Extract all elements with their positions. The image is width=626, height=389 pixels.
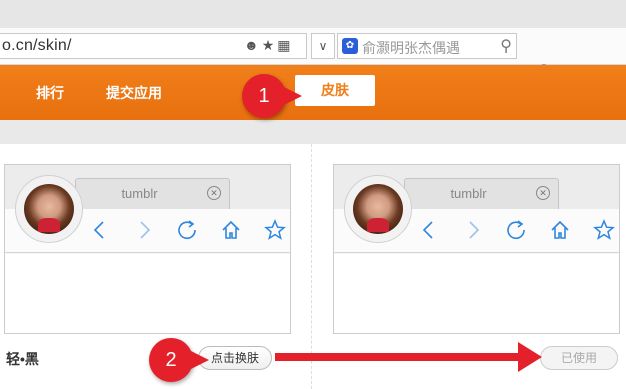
search-placeholder: 俞灏明张杰偶遇 xyxy=(362,40,460,56)
apply-skin-button[interactable]: 点击换肤 xyxy=(198,346,272,370)
preview-tab: tumblr ✕ xyxy=(404,178,559,210)
nav-item-ranking[interactable]: 排行 xyxy=(36,83,64,103)
skin-preview-card[interactable]: tumblr ✕ xyxy=(333,164,620,334)
skin-name: 轻•黑 xyxy=(6,351,39,367)
url-icons: ☻ ★ ▦ xyxy=(244,37,291,54)
baidu-paw-icon[interactable]: ✿ xyxy=(342,38,358,54)
close-icon: ✕ xyxy=(536,186,550,200)
address-bar: o.cn/skin/ ☻ ★ ▦ ∨ ✿ 俞灏明张杰偶遇 ⚲ K xyxy=(0,28,626,88)
star-icon xyxy=(264,219,286,240)
avatar-ring xyxy=(344,175,412,243)
forward-icon xyxy=(140,221,151,239)
step-marker-2: 2 xyxy=(149,338,209,382)
preview-tab: tumblr ✕ xyxy=(75,178,230,210)
close-icon: ✕ xyxy=(207,186,221,200)
avatar xyxy=(24,184,74,234)
nav-item-submit-app[interactable]: 提交应用 xyxy=(106,83,162,103)
search-field[interactable]: ✿ 俞灏明张杰偶遇 ⚲ xyxy=(337,33,517,59)
preview-body xyxy=(5,254,290,333)
chevron-down-icon[interactable]: ∨ xyxy=(311,33,335,59)
preview-body xyxy=(334,254,619,333)
back-icon xyxy=(93,221,104,239)
annotation-arrow xyxy=(275,353,525,361)
refresh-icon xyxy=(507,220,525,240)
skin-preview-card[interactable]: tumblr ✕ xyxy=(4,164,291,334)
annotation-arrow-head xyxy=(518,342,542,372)
avatar-ring xyxy=(15,175,83,243)
browser-top-strip xyxy=(0,0,626,28)
home-icon xyxy=(551,220,569,239)
url-field[interactable]: o.cn/skin/ ☻ ★ ▦ xyxy=(0,33,307,59)
extension-icon[interactable]: ☻ xyxy=(244,37,259,54)
back-icon xyxy=(422,221,433,239)
nav-item-skin[interactable]: 皮肤 xyxy=(295,75,375,106)
star-icon[interactable]: ★ xyxy=(262,37,275,54)
qr-code-icon[interactable]: ▦ xyxy=(277,37,290,54)
avatar xyxy=(353,184,403,234)
url-text: o.cn/skin/ xyxy=(2,37,72,54)
home-icon xyxy=(222,220,240,239)
skin-in-use-button[interactable]: 已使用 xyxy=(540,346,618,370)
refresh-icon xyxy=(178,220,196,240)
step-marker-1: 1 xyxy=(242,74,302,118)
search-icon[interactable]: ⚲ xyxy=(500,36,512,56)
preview-tab-title: tumblr xyxy=(121,186,158,201)
star-icon xyxy=(593,219,615,240)
site-nav: 排行 提交应用 皮肤 xyxy=(0,65,626,120)
preview-tab-title: tumblr xyxy=(450,186,487,201)
forward-icon xyxy=(469,221,480,239)
section-band xyxy=(0,120,626,144)
